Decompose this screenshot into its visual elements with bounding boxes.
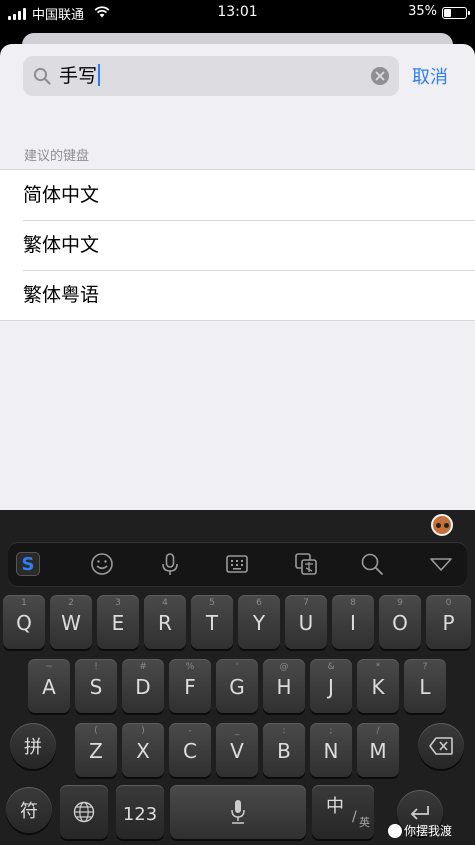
cancel-button[interactable]: 取消 <box>412 63 448 89</box>
key-n[interactable]: ; N <box>310 723 352 777</box>
key-s[interactable]: ! S <box>75 659 117 713</box>
key-o[interactable]: 9O <box>379 595 421 649</box>
key-k[interactable]: * K <box>357 659 399 713</box>
keyboard-icon[interactable] <box>225 552 249 576</box>
keyboard-toolbar: S <box>8 542 467 586</box>
translate-icon[interactable] <box>294 552 318 576</box>
watermark-logo-icon <box>388 824 402 838</box>
emoji-icon[interactable] <box>90 552 114 576</box>
key-t[interactable]: 5T <box>191 595 233 649</box>
list-item[interactable]: 简体中文 <box>0 170 475 220</box>
key-e[interactable]: 3E <box>97 595 139 649</box>
key-x[interactable]: ) X <box>122 723 164 777</box>
key-w[interactable]: 2W <box>50 595 92 649</box>
key-d[interactable]: # D <box>122 659 164 713</box>
key-p[interactable]: 0P <box>426 595 471 649</box>
language-switch-key[interactable]: 中 / 英 <box>312 785 374 839</box>
search-field[interactable]: 手写 <box>23 56 399 96</box>
clear-search-button[interactable] <box>371 67 389 85</box>
watermark: 你摆我渡 <box>388 822 452 839</box>
search-input[interactable]: 手写 <box>59 64 101 88</box>
suggested-keyboards-header: 建议的键盘 <box>24 149 90 164</box>
key-y[interactable]: 6Y <box>238 595 280 649</box>
symbols-key[interactable]: 符 <box>6 787 52 833</box>
backspace-icon <box>429 737 453 755</box>
suggested-keyboards-list: 简体中文 繁体中文 繁体粤语 <box>0 169 475 321</box>
key-r[interactable]: 4R <box>144 595 186 649</box>
numbers-key[interactable]: 123 <box>116 785 164 839</box>
globe-icon <box>73 801 95 823</box>
key-j[interactable]: & J <box>310 659 352 713</box>
status-time: 13:01 <box>217 4 258 20</box>
microphone-icon[interactable] <box>158 552 182 576</box>
space-key[interactable] <box>170 785 306 839</box>
key-i[interactable]: 8I <box>332 595 374 649</box>
key-h[interactable]: @ H <box>263 659 305 713</box>
key-v[interactable]: _ V <box>216 723 258 777</box>
close-icon <box>375 71 385 81</box>
key-a[interactable]: ~ A <box>28 659 70 713</box>
backspace-key[interactable] <box>418 723 464 769</box>
microphone-icon <box>231 800 245 824</box>
globe-key[interactable] <box>60 785 108 839</box>
key-z[interactable]: (Z <box>75 723 117 777</box>
return-icon <box>410 806 429 820</box>
key-g[interactable]: ' G <box>216 659 258 713</box>
key-u[interactable]: 7U <box>285 595 327 649</box>
list-item[interactable]: 繁体粤语 <box>0 270 475 320</box>
search-icon[interactable] <box>360 552 384 576</box>
key-c[interactable]: -C <box>169 723 211 777</box>
status-bar: 中国联通 13:01 35% <box>0 0 475 28</box>
search-icon <box>33 67 51 85</box>
key-f[interactable]: % F <box>169 659 211 713</box>
key-m[interactable]: / M <box>357 723 399 777</box>
sogou-keyboard: S 1Q 2W 3E 4R 5T 6Y 7U 8I 9O 0P ~ A ! S # D… <box>0 510 475 845</box>
text-cursor <box>98 64 101 86</box>
key-b[interactable]: :B <box>263 723 305 777</box>
key-q[interactable]: 1Q <box>3 595 45 649</box>
mascot-icon[interactable] <box>431 514 453 536</box>
pinyin-mode-key[interactable]: 拼 <box>10 723 56 769</box>
battery-percent: 35% <box>408 4 437 19</box>
battery-icon <box>442 7 470 19</box>
collapse-keyboard-icon[interactable] <box>429 552 453 576</box>
key-l[interactable]: ? L <box>404 659 446 713</box>
list-item[interactable]: 繁体中文 <box>0 220 475 270</box>
keyboard-search-sheet: 手写 取消 建议的键盘 简体中文 繁体中文 繁体粤语 <box>0 44 475 510</box>
sogou-logo-icon[interactable]: S <box>16 552 40 576</box>
